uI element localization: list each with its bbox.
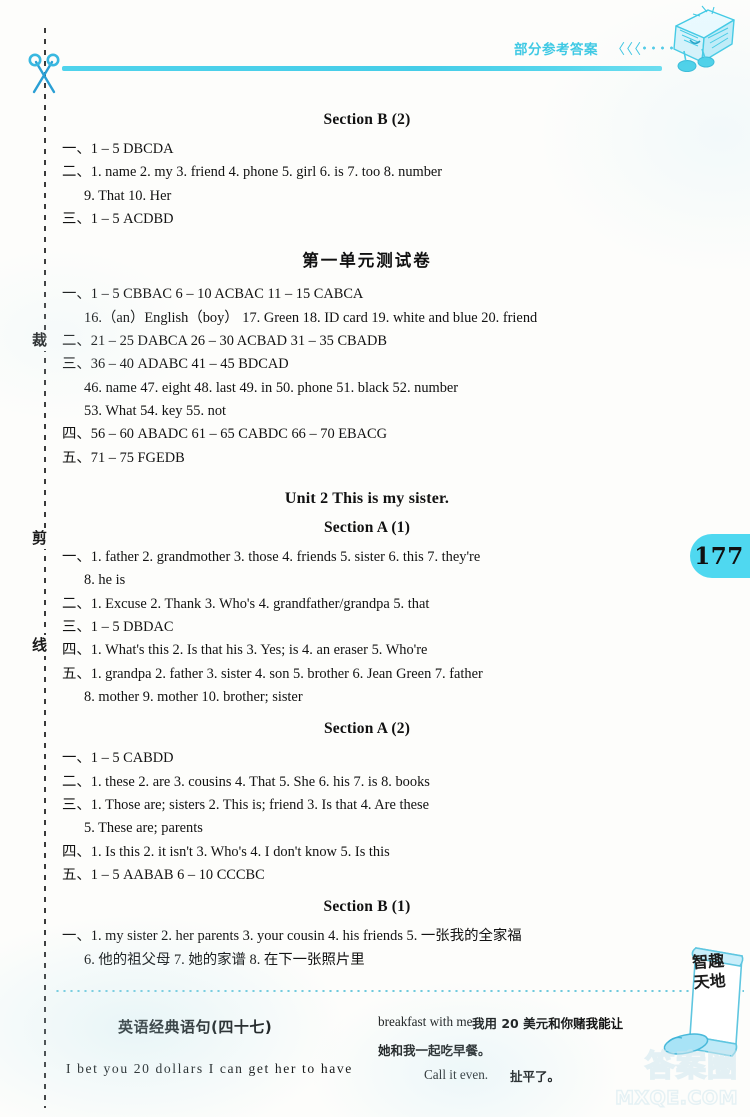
header-rule	[62, 66, 662, 71]
cut-line-char-xian: 线	[31, 635, 49, 656]
answer-line: 二、21 – 25 DABCA 26 – 30 ACBAD 31 – 35 CB…	[62, 332, 388, 349]
answer-line: 46. name 47. eight 48. last 49. in 50. p…	[84, 379, 459, 396]
section-heading: Section A (1)	[323, 518, 411, 536]
chevron-left-icon: 〈〈〈	[611, 42, 642, 58]
answer-line: 一、1 – 5 DBCDA	[62, 141, 174, 157]
answer-line: 三、36 – 40 ADABC 41 – 45 BDCAD	[62, 356, 289, 373]
answer-line: 二、1. these 2. are 3. cousins 4. That 5. …	[62, 773, 430, 790]
header-title: 部分参考答案	[514, 42, 598, 58]
scroll-decoration-text: 智趣天地	[691, 950, 727, 993]
answer-line: 一、1. my sister 2. her parents 3. your co…	[62, 928, 522, 945]
cut-line-char-jian: 剪	[31, 528, 49, 549]
footer-divider	[54, 990, 744, 992]
answer-content: Section B (2) 一、1 – 5 DBCDA 二、1. name 2. m…	[62, 100, 672, 972]
section-heading: Section B (2)	[323, 111, 411, 128]
answer-line: 四、1. Is this 2. it isn't 3. Who's 4. I d…	[62, 843, 390, 860]
chapter-heading: 第一单元测试卷	[302, 251, 432, 271]
idiom-english-line1: I bet you 20 dollars I can get her to ha…	[66, 1061, 353, 1076]
answer-line: 二、1. Excuse 2. Thank 3. Who's 4. grandfa…	[62, 595, 430, 612]
answer-line: 一、1 – 5 CABDD	[62, 750, 174, 767]
idiom-chinese-line3: 扯平了。	[510, 1069, 561, 1084]
answer-line: 五、1 – 5 AABAB 6 – 10 CCCBC	[62, 866, 265, 883]
watermark-chinese: 答案圈	[644, 1048, 738, 1085]
page-header: 部分参考答案 〈〈〈	[0, 0, 750, 96]
watermark: 答案圈 MXQE.COM	[614, 1043, 746, 1115]
answer-line: 五、71 – 75 FGEDB	[62, 449, 185, 466]
section-heading: Section B (1)	[323, 898, 411, 916]
idiom-english-line2: breakfast with me.	[378, 1014, 476, 1029]
answer-line: 五、1. grandpa 2. father 3. sister 4. son …	[62, 665, 483, 682]
cut-line	[44, 28, 46, 1108]
page-number: 177	[694, 542, 744, 570]
scissors-icon	[28, 53, 60, 94]
answer-key-page: 部分参考答案 〈〈〈 裁 剪 线 177 Section B (2) 一、1 –…	[0, 0, 750, 1117]
answer-line: 二、1. name 2. my 3. friend 4. phone 5. gi…	[62, 164, 443, 181]
idiom-chinese-line1: 我用 20 美元和你赌我能让	[472, 1016, 624, 1031]
unit-heading: Unit 2 This is my sister.	[284, 489, 450, 507]
answer-line: 6. 他的祖父母 7. 她的家谱 8. 在下一张照片里	[84, 951, 365, 968]
answer-line: 三、1. Those are; sisters 2. This is; frie…	[62, 796, 430, 813]
idiom-title: 英语经典语句(四十七)	[118, 1018, 273, 1036]
answer-line: 9. That 10. Her	[84, 187, 172, 204]
idiom-english-line3: Call it even.	[424, 1067, 489, 1082]
answer-line: 一、1 – 5 CBBAC 6 – 10 ACBAC 11 – 15 CABCA	[62, 286, 364, 303]
watermark-english: MXQE.COM	[614, 1086, 738, 1110]
cut-line-char-cai: 裁	[31, 330, 49, 351]
answer-line: 8. mother 9. mother 10. brother; sister	[84, 688, 303, 705]
idiom-chinese-line2: 她和我一起吃早餐。	[378, 1043, 491, 1058]
answer-line: 53. What 54. key 55. not	[84, 402, 227, 419]
answer-line: 三、1 – 5 DBDAC	[62, 618, 174, 635]
answer-line: 一、1. father 2. grandmother 3. those 4. f…	[62, 548, 481, 565]
answer-line: 三、1 – 5 ACDBD	[62, 210, 174, 227]
answer-line: 四、1. What's this 2. Is that his 3. Yes; …	[62, 642, 428, 659]
book-mascot-icon	[673, 5, 735, 72]
answer-line: 8. he is	[84, 572, 126, 589]
answer-line: 四、56 – 60 ABADC 61 – 65 CABDC 66 – 70 EB…	[62, 426, 388, 443]
page-number-badge: 177	[690, 534, 750, 578]
answer-line: 5. These are; parents	[84, 820, 203, 837]
section-heading: Section A (2)	[323, 720, 411, 738]
answer-line: 16.（an）English（boy） 17. Green 18. ID car…	[84, 309, 538, 326]
